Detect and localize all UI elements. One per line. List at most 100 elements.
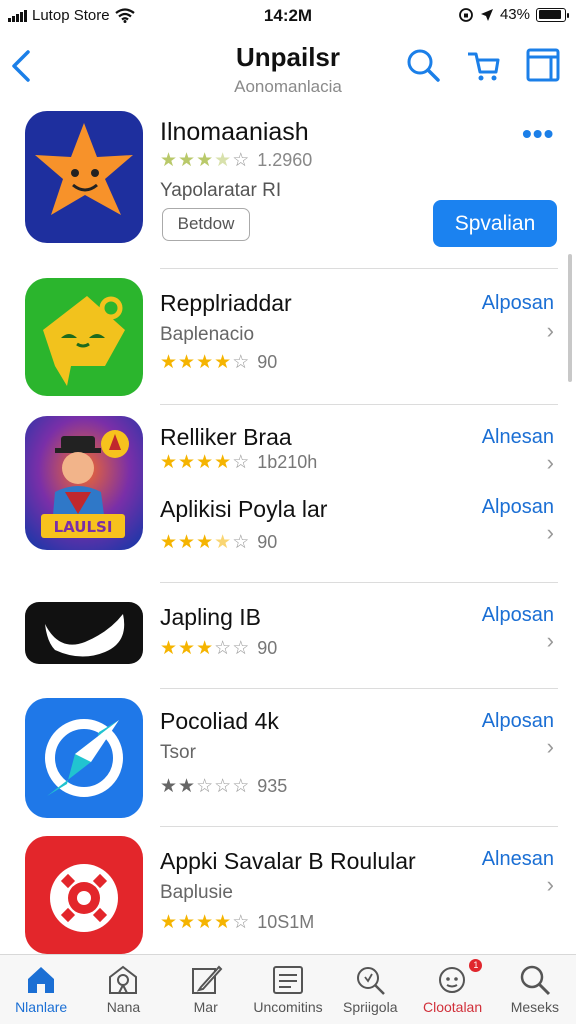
rating-count: 90 xyxy=(257,532,278,552)
star-rating: ★ ★ ★ ★ ☆ xyxy=(160,353,249,372)
featured-get-button[interactable]: Spvalian xyxy=(433,200,557,247)
app-rating: ★ ★ ★ ☆ ☆ 90 xyxy=(160,638,277,659)
share-button[interactable] xyxy=(464,46,502,84)
search-icon xyxy=(407,49,440,82)
app-subtitle: Baplusie xyxy=(160,882,233,903)
status-right: 43% xyxy=(458,6,569,23)
tab-search[interactable]: Spriigola xyxy=(329,955,411,1024)
tab-label: Mar xyxy=(193,999,218,1015)
star-rating: ★ ★ ☆ ☆ ☆ xyxy=(160,777,249,796)
star-rating: ★ ★ ★ ★ ☆ xyxy=(160,453,249,472)
star-icon: ☆ xyxy=(232,452,250,473)
get-button[interactable]: Alposan xyxy=(482,710,554,733)
star-rating: ★ ★ ★ ★ ☆ xyxy=(160,533,249,552)
lock-rotation-icon xyxy=(459,7,473,22)
tab-search-2[interactable]: Meseks xyxy=(494,955,576,1024)
star-rating: ★ ★ ★ ☆ ☆ xyxy=(160,639,249,658)
rating-count: 90 xyxy=(257,352,278,372)
star-icon: ★ xyxy=(214,532,232,553)
star-icon: ★ xyxy=(214,150,232,171)
star-icon: ★ xyxy=(178,776,196,797)
star-icon: ★ xyxy=(214,352,232,373)
star-icon: ☆ xyxy=(232,912,250,933)
star-character-icon xyxy=(25,111,143,243)
star-icon: ★ xyxy=(160,150,178,171)
star-icon: ★ xyxy=(196,638,214,659)
svg-text:LAULSI: LAULSI xyxy=(54,518,113,536)
notification-icon xyxy=(438,967,465,993)
app-subtitle: Baplenacio xyxy=(160,324,255,345)
star-icon: ★ xyxy=(196,452,214,473)
list-item[interactable]: Japling IB ★ ★ ★ ☆ ☆ 90 Alposan › xyxy=(0,582,576,688)
app-rating: ★ ★ ☆ ☆ ☆ 935 xyxy=(160,776,287,797)
featured-app-name: Ilnomaaniash xyxy=(160,118,309,146)
window-icon xyxy=(526,48,560,82)
star-icon: ★ xyxy=(214,912,232,933)
app-rating: ★ ★ ★ ★ ☆ 90 xyxy=(160,532,277,553)
tab-label: Nana xyxy=(106,999,141,1015)
green-chat-icon xyxy=(25,278,143,396)
chevron-right-icon: › xyxy=(546,734,554,759)
app-name: Pocoliad 4k xyxy=(160,708,279,734)
more-options-icon[interactable]: ••• xyxy=(522,118,554,150)
tab-label: Clootalan xyxy=(422,999,483,1015)
status-bar: Lutop Store 14:2M 43% xyxy=(0,0,576,34)
star-icon: ★ xyxy=(178,352,196,373)
tab-pen[interactable]: Mar xyxy=(165,955,247,1024)
app-name: Appki Savalar B Roulular xyxy=(160,848,416,874)
get-button[interactable]: Alnesan xyxy=(482,426,554,449)
tab-home[interactable]: Nlanlare xyxy=(0,955,82,1024)
location-arrow-icon xyxy=(480,8,493,21)
tab-list[interactable]: Uncomitins xyxy=(247,955,329,1024)
star-icon: ★ xyxy=(196,150,214,171)
get-button[interactable]: Alposan xyxy=(482,496,554,519)
list-item[interactable]: Appki Savalar B Roulular Baplusie ★ ★ ★ ★ ☆ … xyxy=(0,826,576,954)
pen-icon xyxy=(191,965,223,994)
get-button[interactable]: Alposan xyxy=(482,604,554,627)
tab-label: Uncomitins xyxy=(253,999,323,1015)
red-ring-icon xyxy=(25,836,143,954)
app-name: Aplikisi Poyla lar xyxy=(160,496,328,522)
app-rating: ★ ★ ★ ★ ☆ 90 xyxy=(160,352,277,373)
nav-actions xyxy=(404,46,562,84)
search-icon xyxy=(520,965,550,996)
featured-rating: ★ ★ ★ ★ ☆ 1.2960 xyxy=(160,150,312,171)
get-button[interactable]: Alnesan xyxy=(482,848,554,871)
app-rating: ★ ★ ★ ★ ☆ 1b210h xyxy=(160,452,317,473)
list-icon xyxy=(272,966,303,994)
app-name: Relliker Braa xyxy=(160,424,292,450)
window-button[interactable] xyxy=(524,46,562,84)
star-icon: ☆ xyxy=(214,776,232,797)
featured-app[interactable]: Ilnomaaniash ★ ★ ★ ★ ☆ 1.2960 Yapolaratar RI… xyxy=(0,108,576,268)
star-icon: ★ xyxy=(160,452,178,473)
tab-notifications[interactable]: 1 Clootalan xyxy=(411,955,493,1024)
chevron-right-icon: › xyxy=(546,450,554,475)
tab-label: Meseks xyxy=(510,999,559,1015)
list-item[interactable]: Repplriaddar Baplenacio ★ ★ ★ ★ ☆ 90 Alposan… xyxy=(0,268,576,404)
star-icon: ★ xyxy=(160,912,178,933)
star-icon: ★ xyxy=(178,452,196,473)
app-subtitle: Tsor xyxy=(160,742,196,763)
chevron-right-icon: › xyxy=(546,628,554,653)
star-icon: ☆ xyxy=(232,532,250,553)
rating-count: 935 xyxy=(257,776,288,796)
notification-badge: 1 xyxy=(469,959,483,972)
get-button[interactable]: Alposan xyxy=(482,292,554,315)
search-button[interactable] xyxy=(404,46,442,84)
character-icon: LAULSI xyxy=(25,416,143,550)
rating-count: 10S1M xyxy=(257,912,315,932)
home-icon xyxy=(28,967,55,993)
rating-count: 1b210h xyxy=(257,452,318,472)
tab-label: Spriigola xyxy=(343,999,398,1015)
list-item[interactable]: Pocoliad 4k Tsor ★ ★ ☆ ☆ ☆ 935 Alposan › xyxy=(0,688,576,826)
star-icon: ★ xyxy=(178,532,196,553)
featured-rating-count: 1.2960 xyxy=(257,150,313,170)
list-item[interactable]: LAULSI Relliker Braa ★ ★ ★ ★ ☆ 1b210h Alnesa… xyxy=(0,404,576,582)
featured-star-rating: ★ ★ ★ ★ ☆ xyxy=(160,151,249,170)
black-wave-icon xyxy=(25,602,143,664)
tab-location[interactable]: Nana xyxy=(82,955,164,1024)
star-icon: ☆ xyxy=(232,776,250,797)
featured-outline-button[interactable]: Betdow xyxy=(162,208,250,241)
star-icon: ☆ xyxy=(232,150,250,171)
battery-percent: 43% xyxy=(499,6,530,23)
